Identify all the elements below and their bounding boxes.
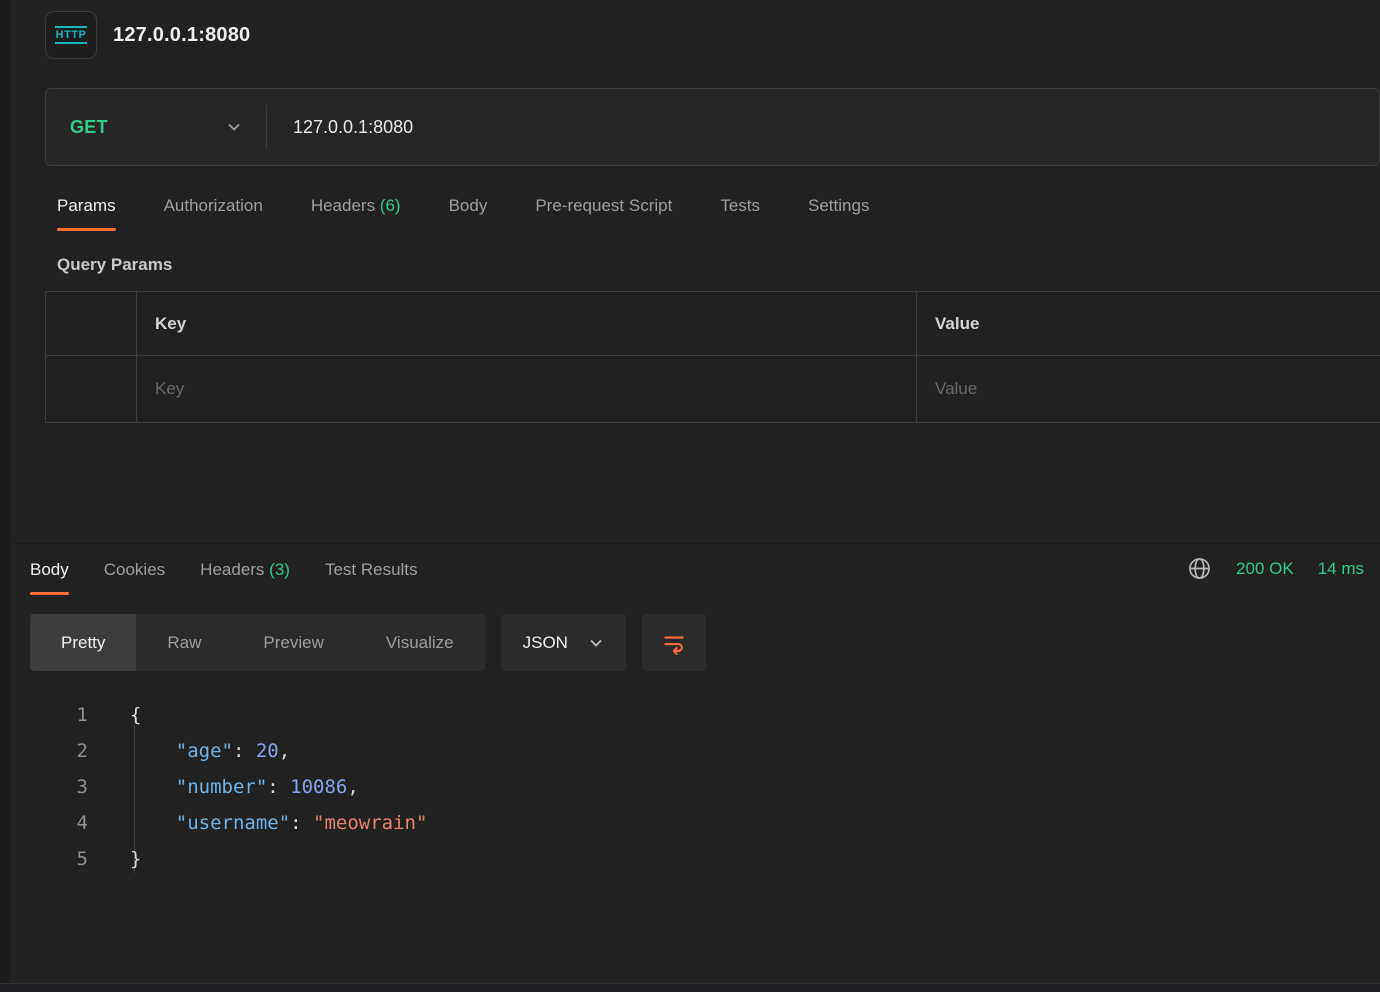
code-line-content: { xyxy=(130,697,141,733)
tab-settings[interactable]: Settings xyxy=(808,196,869,231)
tab-label: Settings xyxy=(808,196,869,215)
code-line-content: "number": 10086, xyxy=(130,769,359,805)
tab-label: Headers xyxy=(200,560,264,579)
tab-label: Cookies xyxy=(104,560,165,579)
http-badge-label: HTTP xyxy=(55,26,88,44)
tab-headers[interactable]: Headers (6) xyxy=(311,196,401,231)
tab-pre-request-script[interactable]: Pre-request Script xyxy=(535,196,672,231)
code-line: 1{ xyxy=(30,697,1380,733)
query-params-title: Query Params xyxy=(57,255,1380,275)
response-meta: 200 OK 14 ms xyxy=(1187,556,1364,595)
url-bar: GET xyxy=(45,88,1380,166)
response-tabs: Body Cookies Headers (3) Test Results xyxy=(30,560,418,595)
response-tab-cookies[interactable]: Cookies xyxy=(104,560,165,595)
tab-label: Pre-request Script xyxy=(535,196,672,215)
code-line-content: "age": 20, xyxy=(130,733,290,769)
view-mode-pretty[interactable]: Pretty xyxy=(30,614,136,671)
code-line: 5} xyxy=(30,841,1380,877)
request-response-pane: HTTP 127.0.0.1:8080 GET Params Authorizat… xyxy=(12,0,1380,982)
response-tab-headers[interactable]: Headers (3) xyxy=(200,560,290,595)
view-mode-preview[interactable]: Preview xyxy=(232,614,354,671)
request-title: 127.0.0.1:8080 xyxy=(113,24,250,47)
code-line: 4 "username": "meowrain" xyxy=(30,805,1380,841)
line-number: 3 xyxy=(30,769,88,805)
response-header: Body Cookies Headers (3) Test Results 200 O… xyxy=(12,556,1380,595)
wrap-text-icon xyxy=(661,630,687,656)
method-selector[interactable]: GET xyxy=(46,117,266,138)
line-number: 4 xyxy=(30,805,88,841)
globe-icon xyxy=(1187,556,1212,581)
tab-label: Tests xyxy=(720,196,760,215)
wrap-text-button[interactable] xyxy=(642,614,706,671)
network-info-button[interactable] xyxy=(1187,556,1212,581)
request-tabs: Params Authorization Headers (6) Body Pre-re… xyxy=(57,196,1380,231)
left-edge-strip xyxy=(0,0,12,992)
code-line-content: "username": "meowrain" xyxy=(130,805,427,841)
view-mode-visualize[interactable]: Visualize xyxy=(355,614,485,671)
format-selector-label: JSON xyxy=(523,633,568,653)
tab-count: (6) xyxy=(375,196,401,215)
query-params-header-row: Key Value xyxy=(46,292,1380,356)
line-number: 2 xyxy=(30,733,88,769)
chevron-down-icon xyxy=(588,635,604,651)
tab-body[interactable]: Body xyxy=(449,196,488,231)
code-line: 2 "age": 20, xyxy=(30,733,1380,769)
tab-params[interactable]: Params xyxy=(57,196,116,231)
tab-label: Test Results xyxy=(325,560,418,579)
body-view-mode-switch: PrettyRawPreviewVisualize xyxy=(30,614,485,671)
tab-label: Headers xyxy=(311,196,375,215)
http-request-icon: HTTP xyxy=(45,11,97,59)
column-header-value: Value xyxy=(916,292,1380,355)
select-column-header xyxy=(46,292,136,355)
response-body-code[interactable]: 1{2 "age": 20,3 "number": 10086,4 "usern… xyxy=(30,697,1380,877)
method-selector-label: GET xyxy=(70,117,108,138)
bottom-edge-strip xyxy=(0,983,1380,992)
request-header: HTTP 127.0.0.1:8080 xyxy=(12,0,1380,62)
url-input[interactable] xyxy=(267,117,1379,138)
format-selector[interactable]: JSON xyxy=(501,614,626,671)
chevron-down-icon xyxy=(226,119,242,135)
response-status: 200 OK xyxy=(1236,559,1294,579)
param-key-input[interactable] xyxy=(155,379,916,399)
tab-label: Authorization xyxy=(164,196,263,215)
pane-splitter[interactable] xyxy=(12,539,1380,544)
tab-label: Params xyxy=(57,196,116,215)
param-value-input[interactable] xyxy=(935,379,1380,399)
response-time: 14 ms xyxy=(1318,559,1364,579)
param-key-cell xyxy=(136,356,916,422)
query-params-table: Key Value xyxy=(45,291,1380,423)
tab-count: (3) xyxy=(264,560,290,579)
app-window: HTTP 127.0.0.1:8080 GET Params Authorizat… xyxy=(0,0,1380,992)
tab-tests[interactable]: Tests xyxy=(720,196,760,231)
column-header-key: Key xyxy=(136,292,916,355)
response-tab-body[interactable]: Body xyxy=(30,560,69,595)
view-mode-raw[interactable]: Raw xyxy=(136,614,232,671)
response-tab-test-results[interactable]: Test Results xyxy=(325,560,418,595)
code-line: 3 "number": 10086, xyxy=(30,769,1380,805)
code-line-content: } xyxy=(130,841,141,877)
tab-label: Body xyxy=(449,196,488,215)
response-toolbar: PrettyRawPreviewVisualize JSON xyxy=(30,614,1380,671)
line-number: 5 xyxy=(30,841,88,877)
row-select-cell xyxy=(46,356,136,422)
line-number: 1 xyxy=(30,697,88,733)
query-params-row xyxy=(46,356,1380,422)
tab-authorization[interactable]: Authorization xyxy=(164,196,263,231)
param-value-cell xyxy=(916,356,1380,422)
tab-label: Body xyxy=(30,560,69,579)
